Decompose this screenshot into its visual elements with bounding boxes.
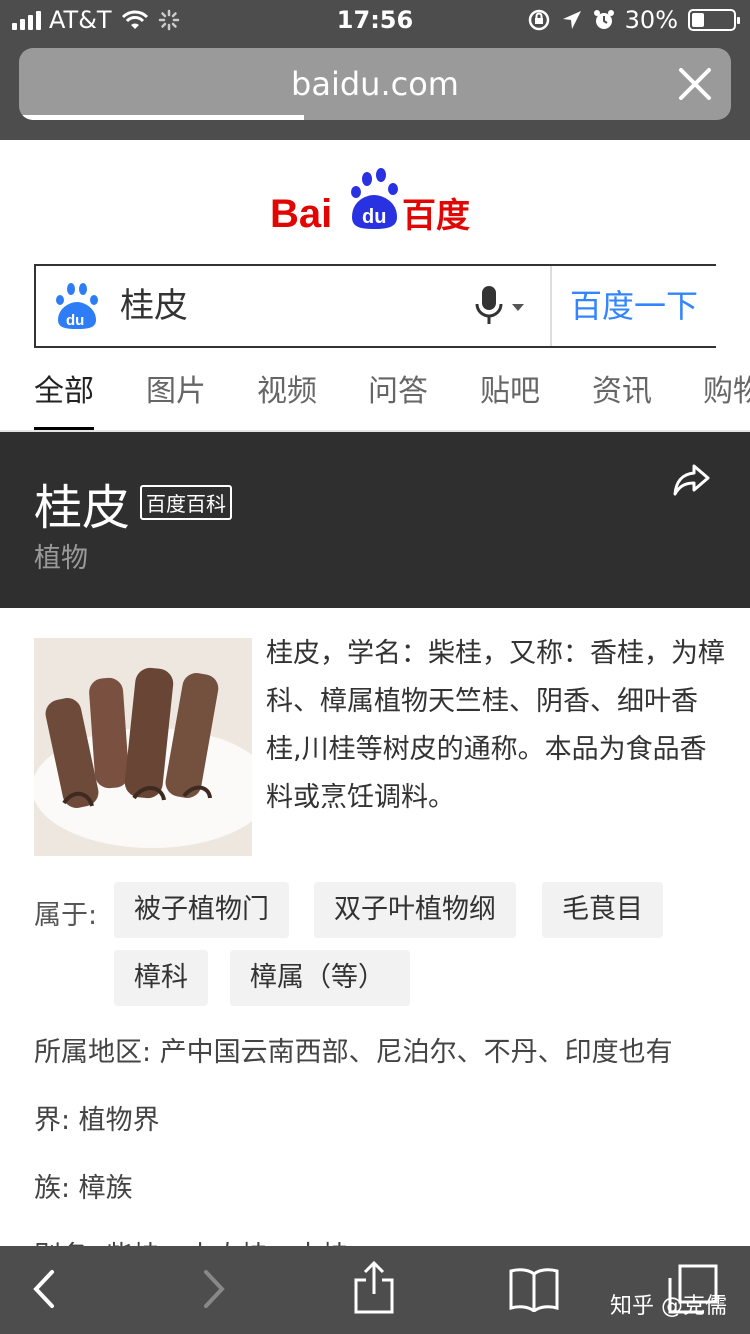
category-chip[interactable]: 樟属（等） xyxy=(230,950,410,1006)
svg-text:du: du xyxy=(66,312,84,329)
tab-videos[interactable]: 视频 xyxy=(257,364,317,430)
alarm-icon xyxy=(593,10,614,29)
result-header: 桂皮 百度百科 植物 xyxy=(0,432,750,608)
svg-text:百度: 百度 xyxy=(402,196,470,235)
search-tabs: 全部 图片 视频 问答 贴吧 资讯 购物 xyxy=(0,364,750,432)
category-chip[interactable]: 毛茛目 xyxy=(542,882,663,938)
battery-icon xyxy=(688,9,740,31)
microphone-icon[interactable] xyxy=(474,284,530,328)
close-icon[interactable] xyxy=(675,64,715,104)
bookmarks-icon[interactable] xyxy=(508,1266,560,1312)
baidu-logo-graphic: Bai du 百度 xyxy=(270,168,470,236)
watermark: 知乎 @克儒 xyxy=(610,1294,727,1319)
address-bar[interactable]: baidu.com xyxy=(19,48,731,120)
search-box: du 桂皮 百度一下 xyxy=(34,264,716,348)
tab-images[interactable]: 图片 xyxy=(146,364,206,430)
share-sheet-icon[interactable] xyxy=(352,1260,396,1316)
share-icon[interactable] xyxy=(672,462,712,496)
baike-badge: 百度百科 xyxy=(140,485,232,520)
category-label: 属于: xyxy=(34,900,98,931)
cinnamon-thumbnail[interactable] xyxy=(34,638,252,856)
search-button[interactable]: 百度一下 xyxy=(552,266,716,346)
info-tribe: 族: 樟族 xyxy=(34,1173,133,1204)
status-bar: AT&T 17:56 30% xyxy=(0,0,750,40)
result-subtitle: 植物 xyxy=(34,543,88,574)
back-icon[interactable] xyxy=(30,1264,60,1314)
svg-text:du: du xyxy=(362,206,386,228)
category-chip[interactable]: 被子植物门 xyxy=(114,882,289,938)
page-load-progress xyxy=(19,115,304,120)
tab-shopping[interactable]: 购物 xyxy=(703,364,750,430)
tab-qa[interactable]: 问答 xyxy=(368,364,428,430)
cinnamon-image xyxy=(34,638,252,856)
battery-percent: 30% xyxy=(624,6,678,34)
info-kingdom: 界: 植物界 xyxy=(34,1105,160,1136)
category-chip[interactable]: 樟科 xyxy=(114,950,208,1006)
baidu-logo[interactable]: Bai du 百度 xyxy=(0,165,750,239)
tab-all[interactable]: 全部 xyxy=(34,364,94,430)
tab-news[interactable]: 资讯 xyxy=(592,364,652,430)
result-title[interactable]: 桂皮 xyxy=(34,468,130,538)
browser-toolbar: AT&T 17:56 30% baidu.com xyxy=(0,0,750,140)
rotation-lock-icon xyxy=(528,9,549,31)
info-region: 所属地区: 产中国云南西部、尼泊尔、不丹、印度也有 xyxy=(34,1037,673,1068)
search-input[interactable]: 桂皮 xyxy=(120,266,188,346)
baidu-paw-icon: du xyxy=(56,283,98,329)
svg-text:Bai: Bai xyxy=(270,192,332,235)
tab-tieba[interactable]: 贴吧 xyxy=(480,364,540,430)
forward-icon[interactable] xyxy=(198,1264,228,1314)
url-text[interactable]: baidu.com xyxy=(19,48,731,120)
location-icon xyxy=(562,11,581,29)
result-description: 桂皮，学名：柴桂，又称：香桂，为樟科、樟属植物天竺桂、阴香、细叶香桂,川桂等树皮… xyxy=(266,638,725,813)
category-chip[interactable]: 双子叶植物纲 xyxy=(314,882,516,938)
